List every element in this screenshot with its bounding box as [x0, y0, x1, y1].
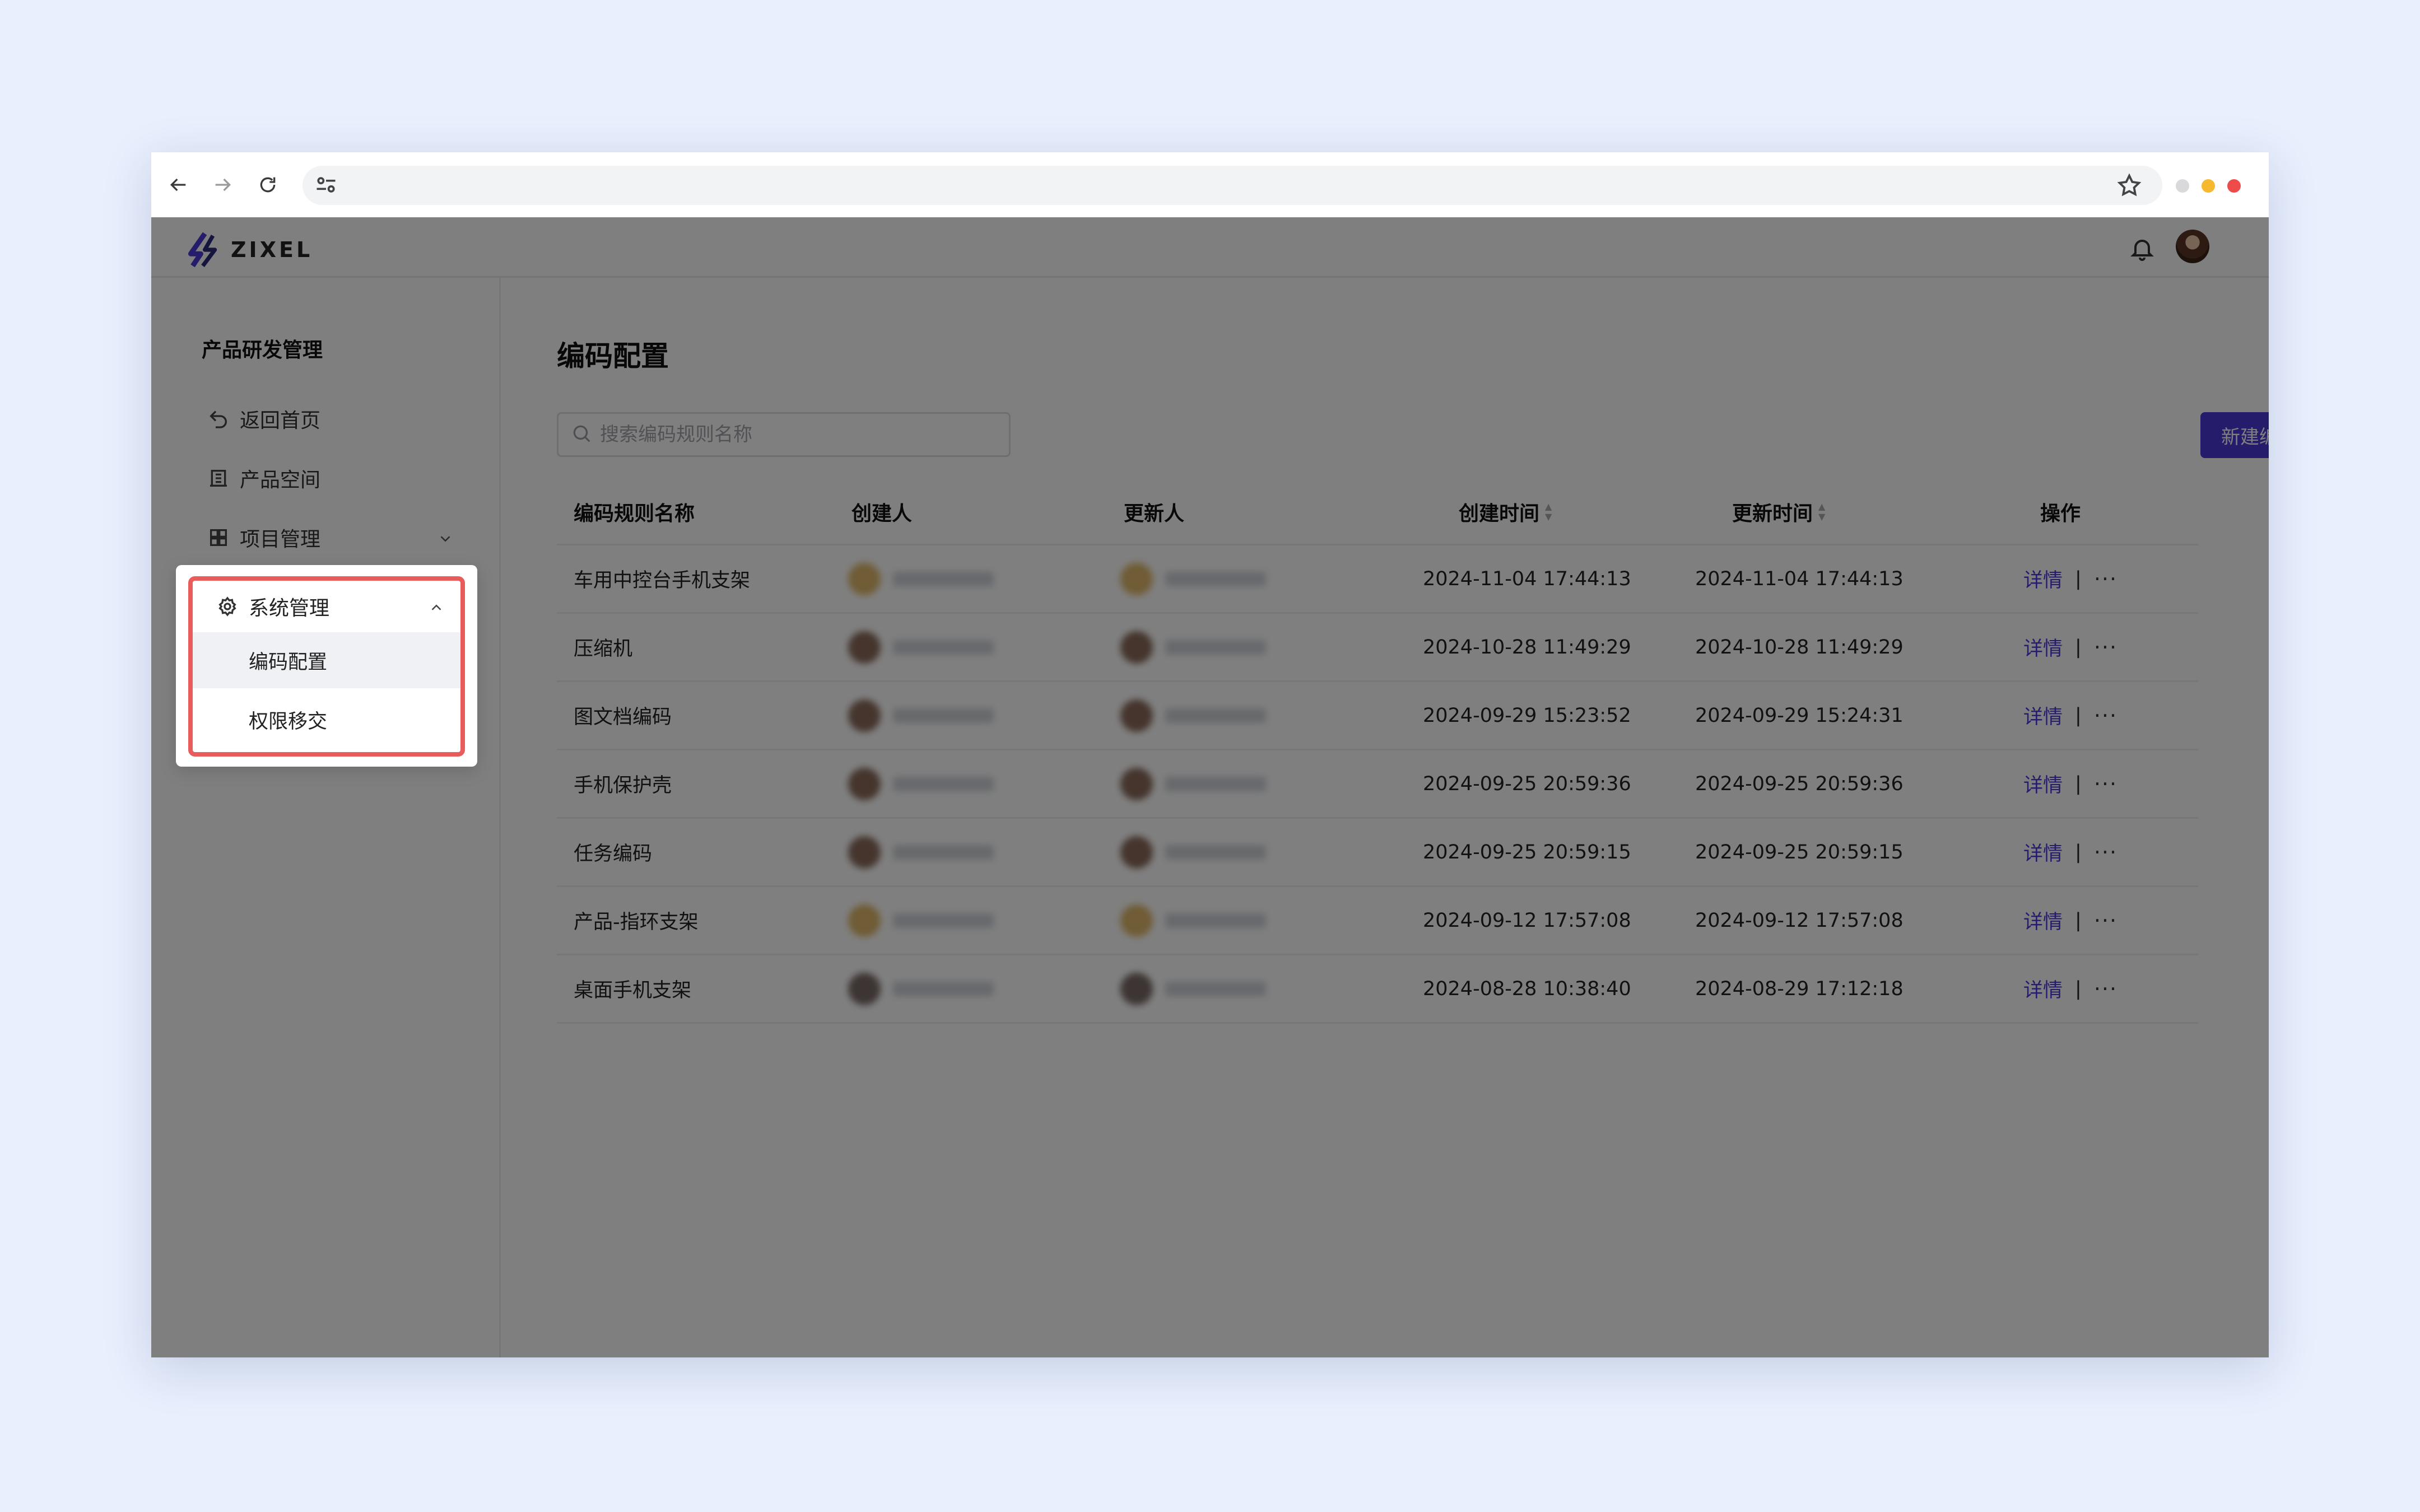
reload-icon[interactable]	[252, 169, 283, 200]
window-control-minimize[interactable]	[2202, 179, 2215, 193]
address-bar[interactable]	[302, 166, 2162, 205]
site-settings-icon[interactable]	[314, 172, 338, 197]
browser-toolbar	[151, 152, 2269, 217]
forward-icon[interactable]	[207, 169, 239, 200]
app-content: ZIXEL 产品研发管理 返回首页 产品空间	[151, 217, 2269, 1357]
bookmark-star-icon[interactable]	[2116, 172, 2142, 198]
highlight-frame	[188, 576, 465, 757]
back-icon[interactable]	[162, 169, 194, 200]
window-control-close[interactable]	[2227, 179, 2241, 193]
window-control-gray[interactable]	[2176, 179, 2189, 193]
system-management-menu: 系统管理 编码配置 权限移交	[176, 565, 477, 767]
modal-overlay[interactable]	[151, 217, 2269, 1357]
